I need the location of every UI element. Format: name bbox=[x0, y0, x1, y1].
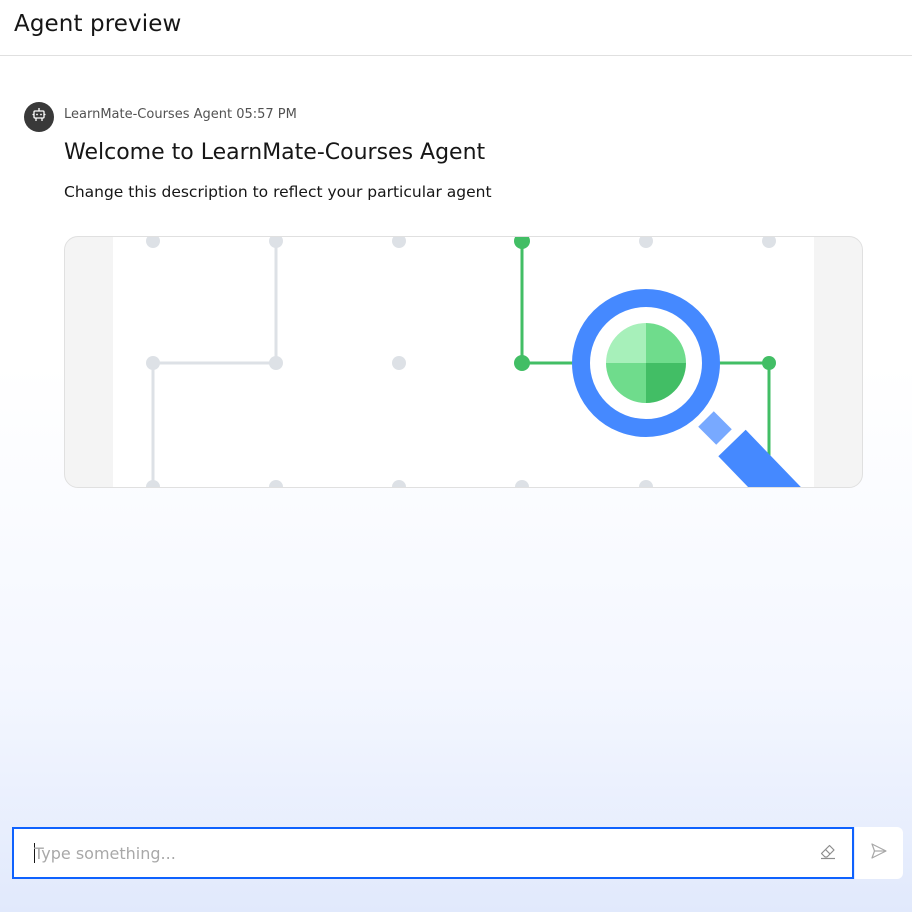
chat-input[interactable] bbox=[34, 829, 804, 877]
welcome-description: Change this description to reflect your … bbox=[64, 183, 492, 201]
welcome-title: Welcome to LearnMate-Courses Agent bbox=[64, 140, 486, 165]
eraser-icon bbox=[819, 842, 837, 864]
chat-input-container[interactable] bbox=[12, 827, 854, 879]
page-title: Agent preview bbox=[14, 11, 182, 37]
message-meta: LearnMate-Courses Agent 05:57 PM bbox=[64, 107, 297, 122]
robot-icon bbox=[31, 107, 47, 127]
app-header: Agent preview bbox=[0, 0, 912, 56]
magnifying-glass-icon bbox=[113, 237, 814, 487]
welcome-illustration-card bbox=[64, 236, 863, 488]
clear-button[interactable] bbox=[817, 842, 839, 864]
send-button[interactable] bbox=[855, 827, 903, 879]
send-icon bbox=[870, 842, 888, 864]
agent-avatar bbox=[24, 102, 54, 132]
chat-composer bbox=[12, 827, 904, 879]
